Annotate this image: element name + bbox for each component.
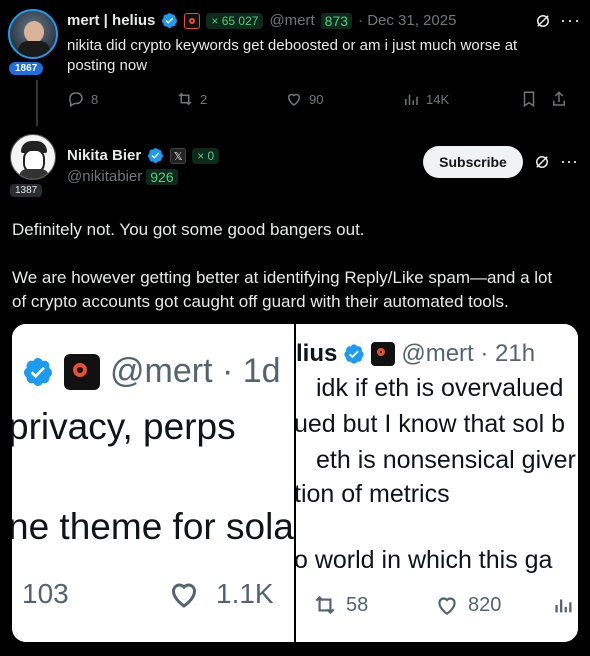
image-right-line-3: eth is nonsensical giver bbox=[316, 446, 576, 474]
tweet-1[interactable]: 1867 mert | helius × 65 027 @mert 873 · … bbox=[0, 0, 590, 118]
repost-icon bbox=[315, 595, 335, 615]
image-right-line-2: ued but I know that sol b bbox=[296, 410, 566, 438]
author-handle[interactable]: @mert bbox=[269, 12, 314, 29]
avatar-count-badge: 1387 bbox=[10, 180, 43, 198]
repost-icon bbox=[178, 92, 192, 106]
image-right-crop: lius @mert · 21h idk if eth is overvalue… bbox=[296, 324, 578, 642]
org-logo-icon bbox=[371, 342, 396, 366]
reply-icon bbox=[69, 92, 83, 108]
views-button[interactable]: 14K bbox=[402, 90, 520, 108]
image-right-handle: @mert · 21h bbox=[401, 340, 536, 367]
grok-icon[interactable] bbox=[533, 153, 551, 171]
views-icon bbox=[405, 94, 418, 105]
like-button[interactable]: 90 bbox=[285, 90, 402, 108]
tweet-2[interactable]: 1387 Nikita Bier 𝕏 × 0 @nikitabier 926 S… bbox=[0, 126, 590, 656]
share-icon[interactable] bbox=[550, 90, 568, 108]
verified-icon bbox=[162, 13, 178, 28]
tweet-text-line-2: posting now bbox=[67, 57, 148, 74]
verified-icon bbox=[23, 357, 52, 386]
author-handle[interactable]: @nikitabier bbox=[67, 168, 142, 185]
image-left-line-2: ne theme for sola bbox=[12, 506, 294, 547]
image-left-crop: @mert · 1d privacy, perps ne theme for s… bbox=[12, 324, 294, 642]
avatar-count: 1867 bbox=[9, 62, 44, 75]
author-name[interactable]: Nikita Bier bbox=[67, 147, 141, 164]
verified-icon bbox=[344, 344, 364, 364]
more-options-icon[interactable]: ··· bbox=[560, 151, 578, 172]
avatar-count: 1387 bbox=[10, 184, 43, 197]
image-right-name: lius bbox=[296, 340, 338, 367]
heart-icon bbox=[171, 583, 197, 608]
org-logo-icon bbox=[64, 353, 100, 390]
repost-count: 2 bbox=[200, 91, 208, 107]
x-logo-icon: 𝕏 bbox=[170, 147, 187, 164]
views-count: 14K bbox=[426, 91, 450, 107]
grok-icon[interactable] bbox=[534, 12, 552, 30]
views-icon bbox=[555, 599, 572, 613]
attached-image[interactable]: @mert · 1d privacy, perps ne theme for s… bbox=[12, 324, 578, 642]
heart-icon bbox=[438, 597, 456, 615]
image-left-line-1: privacy, perps bbox=[12, 406, 236, 447]
x-badge: × 0 bbox=[192, 147, 220, 164]
image-right-line-1: idk if eth is overvalued bbox=[316, 374, 564, 402]
tweet-paragraph-2-line-1: We are however getting better at identif… bbox=[12, 268, 553, 287]
avatar-count-badge: 1867 bbox=[9, 58, 44, 76]
image-right-line-5: o world in which this ga bbox=[296, 546, 553, 574]
author-name[interactable]: mert | helius bbox=[67, 12, 155, 29]
heart-icon bbox=[287, 93, 301, 106]
follower-badge: × 65 027 bbox=[206, 12, 264, 29]
avatar-mert[interactable] bbox=[8, 9, 58, 59]
repost-button[interactable]: 2 bbox=[176, 90, 285, 108]
tweet-text-line-1: nikita did crypto keywords get deboosted… bbox=[67, 37, 518, 54]
bookmark-icon[interactable] bbox=[520, 90, 538, 108]
image-left-count-1: 103 bbox=[22, 578, 69, 609]
subscribe-label: Subscribe bbox=[439, 154, 507, 170]
tweet-paragraph-2-line-2: of crypto accounts got caught off guard … bbox=[12, 292, 509, 311]
reply-count: 8 bbox=[91, 91, 99, 107]
image-right-line-4: tion of metrics bbox=[296, 480, 450, 508]
image-left-handle: @mert · 1d bbox=[110, 352, 281, 390]
subscribe-button[interactable]: Subscribe bbox=[423, 146, 523, 178]
image-right-reposts: 58 bbox=[346, 593, 369, 616]
avatar-nikita[interactable] bbox=[10, 134, 56, 180]
image-left-count-2: 1.1K bbox=[216, 578, 274, 609]
more-options-icon[interactable]: ··· bbox=[560, 10, 581, 31]
image-right-likes: 820 bbox=[468, 593, 502, 616]
org-logo-icon bbox=[184, 12, 201, 29]
reply-button[interactable]: 8 bbox=[67, 90, 176, 108]
tweet-date[interactable]: · Dec 31, 2025 bbox=[358, 12, 456, 29]
verified-icon bbox=[148, 148, 164, 163]
like-count: 90 bbox=[309, 91, 324, 107]
handle-score: 926 bbox=[146, 168, 178, 185]
handle-score: 873 bbox=[320, 12, 353, 29]
tweet-paragraph-1: Definitely not. You got some good banger… bbox=[12, 220, 365, 239]
